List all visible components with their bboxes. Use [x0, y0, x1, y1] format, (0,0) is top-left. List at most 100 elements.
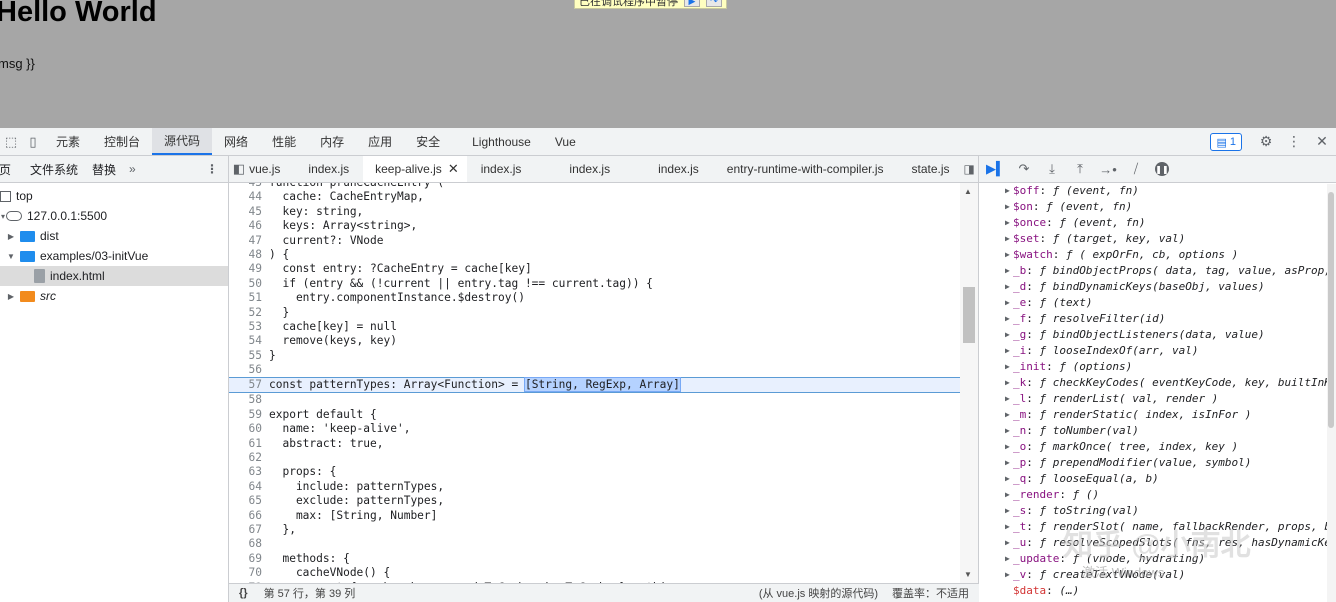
scope-property[interactable]: ▶ _k: ƒ checkKeyCodes( eventKeyCode, key,…: [979, 375, 1327, 391]
line-number[interactable]: 46: [229, 219, 267, 233]
expand-arrow-icon[interactable]: ▶: [1005, 263, 1010, 279]
expand-arrow-icon[interactable]: ▶: [1005, 519, 1010, 535]
toggle-debugger-icon[interactable]: ◨: [964, 162, 979, 176]
expand-arrow-icon[interactable]: ▶: [1005, 184, 1010, 199]
line-number[interactable]: 44: [229, 190, 267, 204]
tree-item-src[interactable]: ▶ src: [0, 286, 228, 306]
step-into-icon[interactable]: ⤓: [1043, 160, 1061, 178]
code-line[interactable]: 49 const entry: ?CacheEntry = cache[key]: [229, 262, 961, 276]
code-line[interactable]: 45 key: string,: [229, 205, 961, 219]
scope-property[interactable]: ▶ _p: ƒ prependModifier(value, symbol): [979, 455, 1327, 471]
line-number[interactable]: 54: [229, 334, 267, 348]
tab-memory[interactable]: 内存: [308, 128, 356, 155]
navigator-menu-icon[interactable]: ⋮: [196, 162, 228, 176]
toggle-navigator-icon[interactable]: ◧: [229, 161, 249, 177]
pause-on-exceptions-icon[interactable]: ❚❚: [1155, 162, 1169, 176]
scope-property[interactable]: ▶ _d: ƒ bindDynamicKeys(baseObj, values): [979, 279, 1327, 295]
tree-item-examples[interactable]: ▼ examples/03-initVue: [0, 246, 228, 266]
line-number[interactable]: 64: [229, 480, 267, 494]
code-lines[interactable]: 43function pruneCacheEntry (44 cache: Ca…: [229, 183, 961, 583]
pretty-print-button[interactable]: {}: [229, 587, 258, 599]
expand-arrow-icon[interactable]: ▶: [1005, 503, 1010, 519]
navigator-tab-overrides[interactable]: 替换: [85, 161, 123, 178]
line-number[interactable]: 60: [229, 422, 267, 436]
line-number[interactable]: 56: [229, 363, 267, 377]
overlay-step-over-button[interactable]: ↷: [706, 0, 722, 7]
line-number[interactable]: 67: [229, 523, 267, 537]
step-icon[interactable]: →•: [1099, 160, 1117, 178]
scope-property[interactable]: ▶ _m: ƒ renderStatic( index, isInFor ): [979, 407, 1327, 423]
code-line[interactable]: 44 cache: CacheEntryMap,: [229, 190, 961, 204]
scope-property[interactable]: ▶ $off: ƒ (event, fn): [979, 184, 1327, 199]
scope-property[interactable]: $data: (…): [979, 583, 1327, 599]
line-number[interactable]: 69: [229, 552, 267, 566]
line-number[interactable]: 57: [229, 378, 267, 392]
tree-item-dist[interactable]: ▶ dist: [0, 226, 228, 246]
expand-arrow-icon[interactable]: ▶: [1005, 327, 1010, 343]
scope-property[interactable]: ▶ _i: ƒ looseIndexOf(arr, val): [979, 343, 1327, 359]
tab-sources[interactable]: 源代码: [152, 128, 213, 155]
line-number[interactable]: 49: [229, 262, 267, 276]
code-line[interactable]: 69 methods: {: [229, 552, 961, 566]
code-line[interactable]: 64 include: patternTypes,: [229, 480, 961, 494]
line-number[interactable]: 53: [229, 320, 267, 334]
expand-arrow-icon[interactable]: ▶: [1005, 231, 1010, 247]
resume-icon[interactable]: ▶▍: [986, 160, 1006, 178]
code-line[interactable]: 53 cache[key] = null: [229, 320, 961, 334]
device-toolbar-icon[interactable]: ▯: [22, 128, 44, 155]
code-line[interactable]: 56: [229, 363, 961, 377]
code-line[interactable]: 59 export default {: [229, 408, 961, 422]
expand-arrow-icon[interactable]: ▶: [1005, 567, 1010, 583]
scrollbar-thumb[interactable]: [1328, 192, 1334, 428]
close-devtools-icon[interactable]: ✕: [1308, 128, 1336, 155]
scope-property[interactable]: ▶ _g: ƒ bindObjectListeners(data, value): [979, 327, 1327, 343]
file-tab[interactable]: state.js: [897, 156, 963, 182]
expand-arrow-icon[interactable]: ▶: [1005, 551, 1010, 567]
expand-arrow-icon[interactable]: ▶: [1005, 535, 1010, 551]
file-tab[interactable]: vue.js: [249, 156, 294, 182]
expand-arrow-icon[interactable]: ▶: [1005, 423, 1010, 439]
tab-application[interactable]: 应用: [356, 128, 404, 155]
tree-item-top[interactable]: top: [0, 186, 228, 206]
scope-property[interactable]: ▶ _init: ƒ (options): [979, 359, 1327, 375]
line-number[interactable]: 68: [229, 537, 267, 551]
tab-vue[interactable]: Vue: [543, 128, 588, 155]
scope-property[interactable]: ▶ _v: ƒ createTextVNode(val): [979, 567, 1327, 583]
code-line[interactable]: 63 props: {: [229, 465, 961, 479]
code-line[interactable]: 55}: [229, 349, 961, 363]
expand-arrow-icon[interactable]: ▶: [1005, 471, 1010, 487]
code-line[interactable]: 46 keys: Array<string>,: [229, 219, 961, 233]
line-number[interactable]: 50: [229, 277, 267, 291]
deactivate-breakpoints-icon[interactable]: ⧸: [1127, 160, 1145, 178]
tree-item-index-html[interactable]: index.html: [0, 266, 228, 286]
scope-property[interactable]: ▶ _t: ƒ renderSlot( name, fallbackRender,…: [979, 519, 1327, 535]
line-number[interactable]: 63: [229, 465, 267, 479]
scope-property[interactable]: ▶ $set: ƒ (target, key, val): [979, 231, 1327, 247]
line-number[interactable]: 66: [229, 509, 267, 523]
line-number[interactable]: 45: [229, 205, 267, 219]
scope-property[interactable]: ▶ _b: ƒ bindObjectProps( data, tag, value…: [979, 263, 1327, 279]
line-number[interactable]: 47: [229, 234, 267, 248]
scope-property[interactable]: ▶ _update: ƒ (vnode, hydrating): [979, 551, 1327, 567]
scroll-down-arrow-icon[interactable]: ▼: [964, 570, 972, 579]
scope-property[interactable]: ▶ $on: ƒ (event, fn): [979, 199, 1327, 215]
line-number[interactable]: 48: [229, 248, 267, 262]
inspect-element-icon[interactable]: ⬚: [0, 128, 22, 155]
expand-arrow-icon[interactable]: ▶: [1005, 455, 1010, 471]
code-line[interactable]: 61 abstract: true,: [229, 437, 961, 451]
line-number[interactable]: 61: [229, 437, 267, 451]
code-line[interactable]: 51 entry.componentInstance.$destroy(): [229, 291, 961, 305]
scope-property[interactable]: ▶ $watch: ƒ ( expOrFn, cb, options ): [979, 247, 1327, 263]
line-number[interactable]: 43: [229, 183, 267, 190]
file-tab[interactable]: index.js: [294, 156, 363, 182]
line-number[interactable]: 51: [229, 291, 267, 305]
source-map-link[interactable]: (从 vue.js 映射的源代码): [759, 585, 878, 601]
expand-arrow-icon[interactable]: ▶: [1005, 199, 1010, 215]
expand-arrow-icon[interactable]: ▶: [1005, 439, 1010, 455]
navigator-tab-page[interactable]: 页: [0, 161, 23, 178]
line-number[interactable]: 52: [229, 306, 267, 320]
settings-gear-icon[interactable]: ⚙: [1252, 128, 1280, 155]
file-tab-active[interactable]: keep-alive.js ✕: [363, 156, 467, 182]
tree-item-host[interactable]: ▾ 127.0.0.1:5500: [0, 206, 228, 226]
code-line[interactable]: 62: [229, 451, 961, 465]
